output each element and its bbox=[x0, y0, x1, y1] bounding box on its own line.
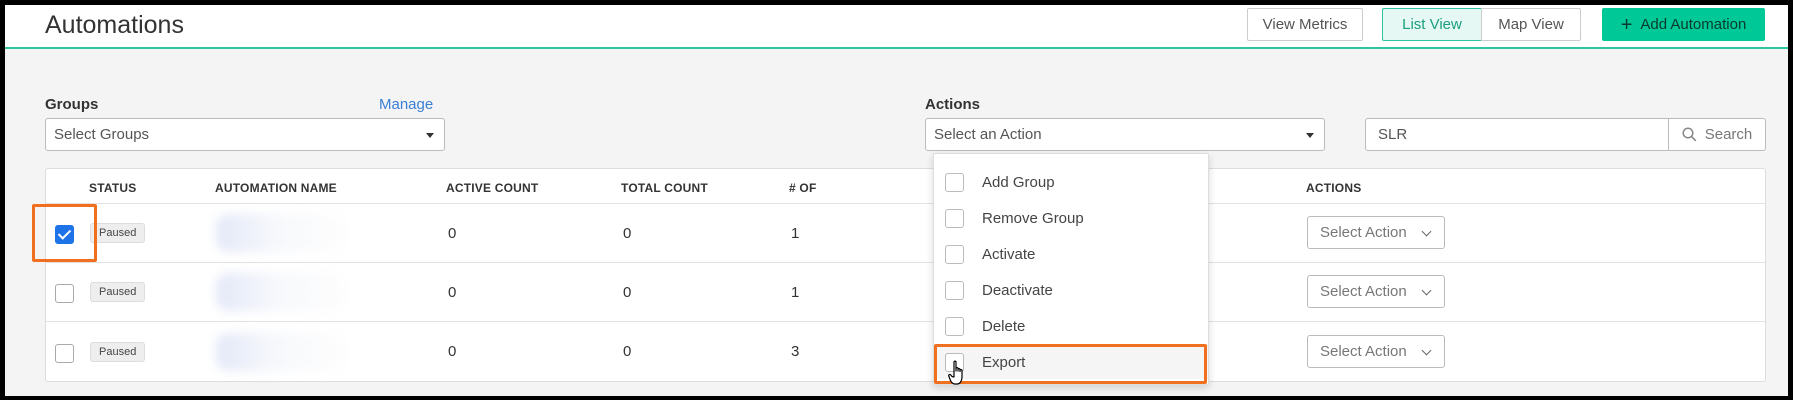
total-count: 0 bbox=[623, 225, 632, 242]
menu-item-label: Add Group bbox=[982, 173, 1055, 191]
status-badge: Paused bbox=[90, 342, 146, 362]
actions-select-value: Select an Action bbox=[934, 126, 1042, 143]
row-action-select[interactable]: Select Action bbox=[1307, 275, 1445, 308]
menu-checkbox[interactable] bbox=[945, 316, 964, 336]
menu-item-label: Activate bbox=[982, 245, 1036, 263]
actions-select[interactable]: Select an Action bbox=[925, 118, 1325, 151]
menu-item-label: Remove Group bbox=[982, 209, 1084, 227]
row-action-select[interactable]: Select Action bbox=[1307, 216, 1445, 249]
chevron-down-icon bbox=[1421, 226, 1432, 237]
row-divider bbox=[46, 262, 1765, 263]
page-title: Automations bbox=[45, 11, 184, 39]
col-actions: ACTIONS bbox=[1306, 181, 1362, 195]
manage-link[interactable]: Manage bbox=[379, 96, 433, 113]
active-count: 0 bbox=[448, 225, 457, 242]
number-cell: 1 bbox=[791, 225, 800, 242]
menu-item-delete[interactable]: Delete bbox=[934, 309, 1208, 343]
chevron-down-icon bbox=[1421, 285, 1432, 296]
add-automation-button[interactable]: + Add Automation bbox=[1602, 8, 1765, 41]
search-button[interactable]: Search bbox=[1668, 118, 1766, 151]
menu-checkbox[interactable] bbox=[945, 280, 964, 300]
app-frame: Automations View Metrics List View Map V… bbox=[5, 5, 1788, 396]
automation-name-redacted bbox=[216, 273, 346, 311]
row-action-select[interactable]: Select Action bbox=[1307, 335, 1445, 368]
automation-name-redacted bbox=[216, 333, 346, 371]
row-checkbox[interactable] bbox=[55, 284, 74, 303]
row-divider bbox=[46, 203, 1765, 204]
search-input[interactable] bbox=[1365, 118, 1669, 151]
caret-down-icon bbox=[1306, 133, 1314, 138]
view-metrics-button[interactable]: View Metrics bbox=[1247, 8, 1363, 41]
menu-item-activate[interactable]: Activate bbox=[934, 237, 1208, 271]
search-icon bbox=[1682, 127, 1697, 142]
automations-table: STATUS AUTOMATION NAME ACTIVE COUNT TOTA… bbox=[45, 168, 1766, 382]
col-status[interactable]: STATUS bbox=[89, 181, 136, 195]
groups-label: Groups bbox=[45, 96, 99, 113]
menu-item-add-group[interactable]: Add Group bbox=[934, 165, 1208, 199]
status-badge: Paused bbox=[90, 223, 146, 243]
col-automation-name[interactable]: AUTOMATION NAME bbox=[215, 181, 337, 195]
add-automation-label: Add Automation bbox=[1640, 16, 1747, 33]
number-cell: 1 bbox=[791, 284, 800, 301]
total-count: 0 bbox=[623, 284, 632, 301]
active-count: 0 bbox=[448, 284, 457, 301]
col-total-count[interactable]: TOTAL COUNT bbox=[621, 181, 708, 195]
caret-down-icon bbox=[426, 133, 434, 138]
checkbox-highlight bbox=[32, 204, 97, 262]
row-action-label: Select Action bbox=[1320, 283, 1407, 300]
menu-item-remove-group[interactable]: Remove Group bbox=[934, 201, 1208, 235]
search-button-label: Search bbox=[1704, 126, 1753, 143]
plus-icon: + bbox=[1620, 13, 1633, 36]
page-header: Automations View Metrics List View Map V… bbox=[5, 5, 1788, 49]
menu-checkbox[interactable] bbox=[945, 244, 964, 264]
groups-select[interactable]: Select Groups bbox=[45, 118, 445, 151]
menu-checkbox[interactable] bbox=[945, 208, 964, 228]
row-checkbox[interactable] bbox=[55, 344, 74, 363]
chevron-down-icon bbox=[1421, 345, 1432, 356]
map-view-button[interactable]: Map View bbox=[1481, 8, 1581, 41]
groups-select-value: Select Groups bbox=[54, 126, 150, 143]
list-view-button[interactable]: List View bbox=[1382, 8, 1482, 41]
export-highlight bbox=[934, 344, 1207, 384]
row-action-label: Select Action bbox=[1320, 224, 1407, 241]
menu-item-label: Deactivate bbox=[982, 281, 1053, 299]
row-action-label: Select Action bbox=[1320, 343, 1407, 360]
menu-checkbox[interactable] bbox=[945, 172, 964, 192]
status-badge: Paused bbox=[90, 282, 146, 302]
actions-label: Actions bbox=[925, 96, 981, 113]
number-cell: 3 bbox=[791, 343, 800, 360]
total-count: 0 bbox=[623, 343, 632, 360]
menu-item-deactivate[interactable]: Deactivate bbox=[934, 273, 1208, 307]
hand-cursor-icon bbox=[948, 360, 963, 385]
automation-name-redacted bbox=[216, 214, 346, 252]
col-active-count[interactable]: ACTIVE COUNT bbox=[446, 181, 538, 195]
col-number[interactable]: # OF bbox=[789, 181, 816, 195]
menu-item-label: Delete bbox=[982, 317, 1026, 335]
active-count: 0 bbox=[448, 343, 457, 360]
row-divider bbox=[46, 321, 1765, 322]
